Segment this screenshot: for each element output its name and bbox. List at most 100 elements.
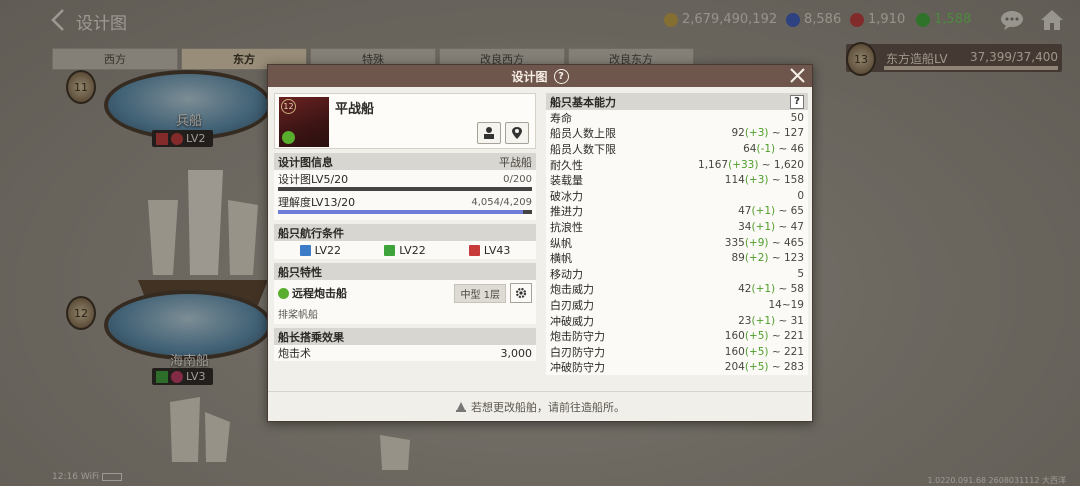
sailing-conditions: LV22 LV22 LV43 <box>274 241 536 259</box>
stat-label: 寿命 <box>550 111 572 125</box>
ship-thumbnail: 12 <box>279 97 329 147</box>
stat-row: 炮击防守力 160(+5) ~ 221 <box>546 328 808 344</box>
stat-row: 破冰力 0 <box>546 188 808 204</box>
stat-value: 42(+1) ~ 58 <box>738 283 804 296</box>
stat-label: 纵帆 <box>550 236 572 250</box>
modal-header: 设计图 ? <box>268 65 812 87</box>
stat-row: 横帆 89(+2) ~ 123 <box>546 250 808 266</box>
stat-row: 船员人数上限 92(+3) ~ 127 <box>546 126 808 142</box>
modal-footer: 若想更改船舶，请前往造船所。 <box>268 391 812 421</box>
stat-value: 0 <box>797 189 804 202</box>
stat-row: 装载量 114(+3) ~ 158 <box>546 172 808 188</box>
trait-row: 远程炮击船 中型 1层 <box>278 282 532 304</box>
stat-value: 23(+1) ~ 31 <box>738 314 804 327</box>
adventure-icon <box>299 244 311 256</box>
stat-row: 白刃威力 14~19 <box>546 297 808 313</box>
stat-label: 抗浪性 <box>550 220 583 234</box>
stat-row: 移动力 5 <box>546 266 808 282</box>
condition-battle: LV43 <box>468 244 510 257</box>
captain-button[interactable] <box>477 122 501 144</box>
stat-value: 14~19 <box>768 298 804 311</box>
stat-value: 160(+5) ~ 221 <box>724 330 804 343</box>
trade-icon <box>384 244 396 256</box>
stat-row: 寿命 50 <box>546 110 808 126</box>
stat-value: 89(+2) ~ 123 <box>731 252 804 265</box>
blueprint-info-title: 设计图信息 平战船 <box>274 153 536 170</box>
stat-value: 1,167(+33) ~ 1,620 <box>698 158 804 171</box>
captain-skill-value: 3,000 <box>500 346 533 360</box>
stat-value: 204(+5) ~ 283 <box>724 361 804 374</box>
green-badge-icon <box>282 131 295 144</box>
ship-name: 平战船 <box>335 102 375 117</box>
modal-title: 设计图 <box>511 69 548 84</box>
stat-row: 白刃防守力 160(+5) ~ 221 <box>546 344 808 360</box>
trait-name: 远程炮击船 <box>278 285 347 301</box>
condition-adventure: LV22 <box>299 244 341 257</box>
stats-title: 船只基本能力 ? <box>546 93 808 110</box>
stat-value: 335(+9) ~ 465 <box>724 236 804 249</box>
design-level-row: 设计图LV5/20 0/200 <box>278 173 532 186</box>
battle-icon <box>468 244 480 256</box>
blueprint-modal: 设计图 ? 12 平战船 设计图信息 平战船 设计图LV5/20 0/200 理… <box>267 64 813 422</box>
stat-value: 160(+5) ~ 221 <box>724 345 804 358</box>
blueprint-info-body: 设计图LV5/20 0/200 理解度LV13/20 4,054/4,209 <box>274 170 536 220</box>
ship-traits-title: 船只特性 <box>274 263 536 280</box>
trait-detail-button[interactable] <box>510 283 532 303</box>
help-icon[interactable]: ? <box>553 68 569 84</box>
stat-label: 耐久性 <box>550 158 583 172</box>
stat-value: 92(+3) ~ 127 <box>731 127 804 140</box>
captain-effect-row: 炮击术 3,000 <box>274 345 536 361</box>
sailing-conditions-title: 船只航行条件 <box>274 224 536 241</box>
stat-row: 冲破威力 23(+1) ~ 31 <box>546 313 808 329</box>
stats-column[interactable]: 船只基本能力 ? 寿命 50 船员人数上限 92(+3) ~ 127 船员人数下限 64(… <box>546 93 808 381</box>
footer-text: 若想更改船舶，请前往造船所。 <box>471 400 625 414</box>
captain-icon <box>484 127 494 139</box>
stat-label: 装载量 <box>550 174 583 188</box>
ship-level-badge: 12 <box>281 99 296 114</box>
trait-icon <box>278 287 289 299</box>
gear-icon <box>515 287 527 299</box>
ship-class: 排桨帆船 <box>278 309 318 321</box>
understanding-progress-bar <box>278 210 532 214</box>
location-button[interactable] <box>505 122 529 144</box>
ship-traits-body: 远程炮击船 中型 1层 排桨帆船 <box>274 280 536 324</box>
stat-label: 白刃威力 <box>550 298 594 312</box>
stat-row: 船员人数下限 64(-1) ~ 46 <box>546 141 808 157</box>
stat-label: 横帆 <box>550 252 572 266</box>
stat-value: 34(+1) ~ 47 <box>738 220 804 233</box>
stat-row: 推进力 47(+1) ~ 65 <box>546 204 808 220</box>
captain-skill: 炮击术 <box>278 347 311 360</box>
stat-label: 移动力 <box>550 267 583 281</box>
stat-label: 船员人数上限 <box>550 127 616 141</box>
stats-list: 寿命 50 船员人数上限 92(+3) ~ 127 船员人数下限 64(-1) ~ 46 耐… <box>546 110 808 376</box>
stat-value: 64(-1) ~ 46 <box>743 142 804 155</box>
condition-trade: LV22 <box>384 244 426 257</box>
stat-label: 冲破威力 <box>550 314 594 328</box>
ship-size-badge: 中型 1层 <box>454 283 506 303</box>
captain-effect-title: 船长搭乘效果 <box>274 328 536 345</box>
close-icon[interactable] <box>789 67 806 84</box>
stat-row: 炮击威力 42(+1) ~ 58 <box>546 282 808 298</box>
stat-row: 纵帆 335(+9) ~ 465 <box>546 235 808 251</box>
stat-value: 47(+1) ~ 65 <box>738 205 804 218</box>
stat-label: 炮击防守力 <box>550 330 605 344</box>
stat-label: 冲破防守力 <box>550 361 605 375</box>
stat-row: 抗浪性 34(+1) ~ 47 <box>546 219 808 235</box>
stat-value: 5 <box>797 267 804 280</box>
stat-value: 50 <box>790 111 804 124</box>
stats-help-icon[interactable]: ? <box>790 94 804 109</box>
stat-label: 推进力 <box>550 205 583 219</box>
stat-row: 耐久性 1,167(+33) ~ 1,620 <box>546 157 808 173</box>
stat-row: 冲破防守力 204(+5) ~ 283 <box>546 360 808 376</box>
stat-value: 114(+3) ~ 158 <box>724 174 804 187</box>
ship-header: 12 平战船 <box>274 93 536 149</box>
design-progress-bar <box>278 187 532 191</box>
shipyard-icon <box>456 401 466 412</box>
stat-label: 船员人数下限 <box>550 142 616 156</box>
map-pin-icon <box>512 127 522 139</box>
stat-label: 白刃防守力 <box>550 345 605 359</box>
stat-label: 炮击威力 <box>550 283 594 297</box>
understanding-row: 理解度LV13/20 4,054/4,209 <box>278 196 532 209</box>
blueprint-type: 平战船 <box>499 155 532 169</box>
stat-label: 破冰力 <box>550 189 583 203</box>
